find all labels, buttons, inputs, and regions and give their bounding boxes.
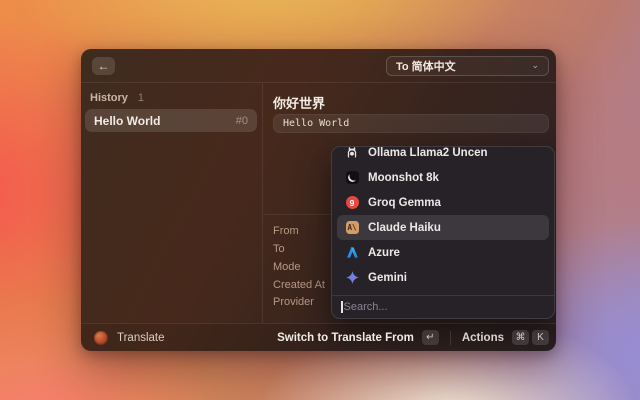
footer-actions: Switch to Translate From ↵ Actions ⌘ K bbox=[277, 330, 549, 345]
translated-text: 你好世界 bbox=[273, 96, 326, 111]
provider-search-placeholder: Search... bbox=[343, 301, 388, 313]
ollama-icon bbox=[345, 147, 359, 160]
azure-icon bbox=[345, 246, 359, 260]
source-text-value: Hello World bbox=[283, 118, 350, 129]
translate-extension-icon bbox=[94, 330, 108, 345]
actions-menu-button[interactable]: Actions bbox=[462, 332, 504, 344]
header-bar: ← To 简体中文 ⌄ bbox=[81, 49, 556, 83]
back-button[interactable]: ← bbox=[92, 57, 115, 75]
provider-option-label: Ollama Llama2 Uncen bbox=[368, 146, 488, 159]
footer-bar: Translate Switch to Translate From ↵ Act… bbox=[81, 323, 556, 351]
provider-option-label: Groq Gemma bbox=[368, 196, 441, 209]
provider-option-label: Claude Haiku bbox=[368, 221, 441, 234]
metadata-label-provider: Provider bbox=[273, 296, 314, 308]
chevron-down-icon: ⌄ bbox=[531, 59, 539, 70]
metadata-label-created-at: Created At bbox=[273, 279, 325, 291]
metadata-label-to: To bbox=[273, 243, 285, 255]
target-language-dropdown[interactable]: To 简体中文 ⌄ bbox=[386, 56, 549, 76]
provider-dropdown-menu: Ollama Llama2 Uncen Moonshot 8k 9 Groq G… bbox=[331, 146, 555, 319]
provider-option-claude-selected[interactable]: A\ Claude Haiku bbox=[337, 215, 549, 240]
source-text-field[interactable]: Hello World bbox=[273, 114, 549, 133]
history-count: 1 bbox=[137, 92, 145, 104]
cmd-key-icon: ⌘ bbox=[512, 330, 529, 345]
provider-option-azure[interactable]: Azure bbox=[337, 240, 549, 265]
translate-app-window: ← To 简体中文 ⌄ History 1 Hello World #0 你好世界… bbox=[81, 49, 556, 351]
back-arrow-icon: ← bbox=[97, 59, 110, 73]
provider-search-input[interactable]: Search... bbox=[332, 295, 554, 318]
provider-dropdown-list: Ollama Llama2 Uncen Moonshot 8k 9 Groq G… bbox=[337, 147, 549, 290]
history-section-title: History bbox=[90, 92, 128, 104]
provider-option-label: Gemini bbox=[368, 271, 407, 284]
metadata-label-from: From bbox=[273, 225, 299, 237]
history-item-index-badge: #0 bbox=[235, 114, 248, 127]
provider-option-moonshot[interactable]: Moonshot 8k bbox=[337, 165, 549, 190]
history-list-item[interactable]: Hello World #0 bbox=[85, 109, 257, 132]
footer-separator bbox=[449, 330, 451, 345]
k-key-icon: K bbox=[532, 330, 549, 345]
groq-icon: 9 bbox=[345, 196, 359, 210]
moonshot-icon bbox=[345, 171, 359, 185]
text-cursor bbox=[341, 301, 343, 313]
provider-option-label: Moonshot 8k bbox=[368, 171, 439, 184]
provider-option-ollama[interactable]: Ollama Llama2 Uncen bbox=[337, 146, 549, 165]
target-language-label: To 简体中文 bbox=[396, 61, 456, 73]
actions-shortcut-keys: ⌘ K bbox=[512, 330, 549, 345]
return-key-icon: ↵ bbox=[421, 330, 439, 345]
metadata-label-mode: Mode bbox=[273, 261, 301, 273]
provider-option-label: Azure bbox=[368, 246, 400, 259]
primary-action-button[interactable]: Switch to Translate From bbox=[277, 332, 414, 344]
claude-icon: A\ bbox=[345, 221, 359, 234]
history-sidebar: History 1 Hello World #0 bbox=[81, 83, 263, 323]
provider-option-groq[interactable]: 9 Groq Gemma bbox=[337, 190, 549, 215]
provider-option-gemini[interactable]: Gemini bbox=[337, 265, 549, 290]
history-section-header: History 1 bbox=[90, 92, 144, 104]
footer-app-label: Translate bbox=[117, 331, 165, 344]
history-item-title: Hello World bbox=[94, 113, 161, 128]
gemini-icon bbox=[345, 271, 359, 285]
